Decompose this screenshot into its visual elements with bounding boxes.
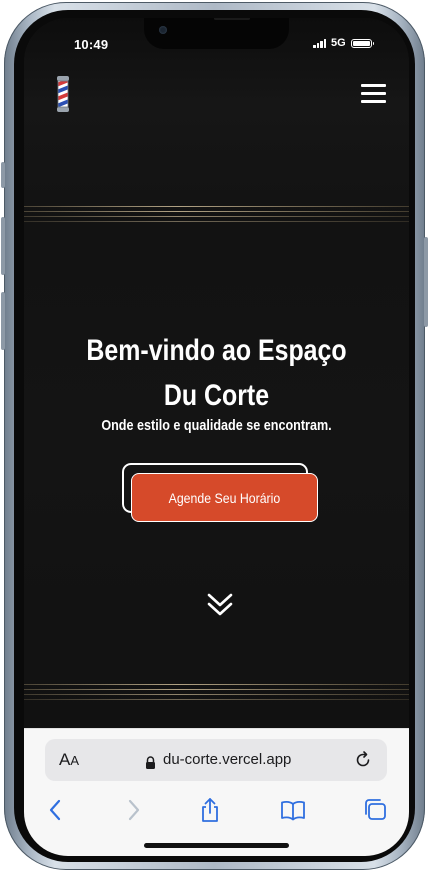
decorative-stripe (24, 689, 409, 690)
double-chevron-down-icon[interactable] (206, 592, 234, 618)
mute-switch (1, 162, 5, 188)
volume-up-button (1, 217, 5, 275)
power-button (424, 237, 428, 327)
schedule-appointment-label: Agende Seu Horário (168, 489, 281, 506)
battery-icon (351, 39, 374, 48)
lock-icon (145, 754, 156, 769)
decorative-stripe (24, 216, 409, 217)
bookmarks-icon[interactable] (280, 797, 306, 823)
hero-section: Bem-vindo ao Espaço Du Corte Onde estilo… (24, 18, 409, 728)
network-type: 5G (331, 37, 346, 49)
decorative-stripe (24, 684, 409, 685)
text-size-label-big: A (59, 750, 71, 769)
status-time: 10:49 (74, 37, 109, 52)
barber-pole-icon[interactable] (54, 76, 72, 112)
status-bar: 10:49 5G (24, 18, 409, 64)
notch (144, 18, 289, 49)
hero-title: Bem-vindo ao Espaço Du Corte (86, 334, 347, 412)
text-size-button[interactable]: AA (59, 750, 79, 770)
text-size-label-small: A (70, 753, 80, 768)
decorative-stripe (24, 221, 409, 222)
volume-down-button (1, 292, 5, 350)
url-text[interactable]: du-corte.vercel.app (163, 751, 291, 768)
address-bar[interactable]: AA du-corte.vercel.app (45, 739, 387, 781)
tabs-icon[interactable] (362, 797, 388, 823)
home-indicator[interactable] (144, 843, 289, 848)
decorative-stripe (24, 211, 409, 212)
hamburger-menu-icon[interactable] (361, 84, 386, 104)
decorative-stripe (24, 694, 409, 695)
forward-icon[interactable] (120, 797, 146, 823)
decorative-stripe (24, 699, 409, 700)
screen: Bem-vindo ao Espaço Du Corte Onde estilo… (24, 18, 409, 856)
schedule-appointment-button[interactable]: Agende Seu Horário (131, 473, 318, 522)
speaker-grille (214, 18, 250, 20)
share-icon[interactable] (197, 797, 223, 823)
cellular-signal-icon (313, 39, 329, 48)
hero-subtitle: Onde estilo e qualidade se encontram. (101, 417, 332, 434)
front-camera (159, 26, 167, 34)
reload-icon[interactable] (353, 750, 373, 770)
browser-bar: AA du-corte.vercel.app (24, 728, 409, 856)
back-icon[interactable] (43, 797, 69, 823)
decorative-stripe (24, 206, 409, 207)
